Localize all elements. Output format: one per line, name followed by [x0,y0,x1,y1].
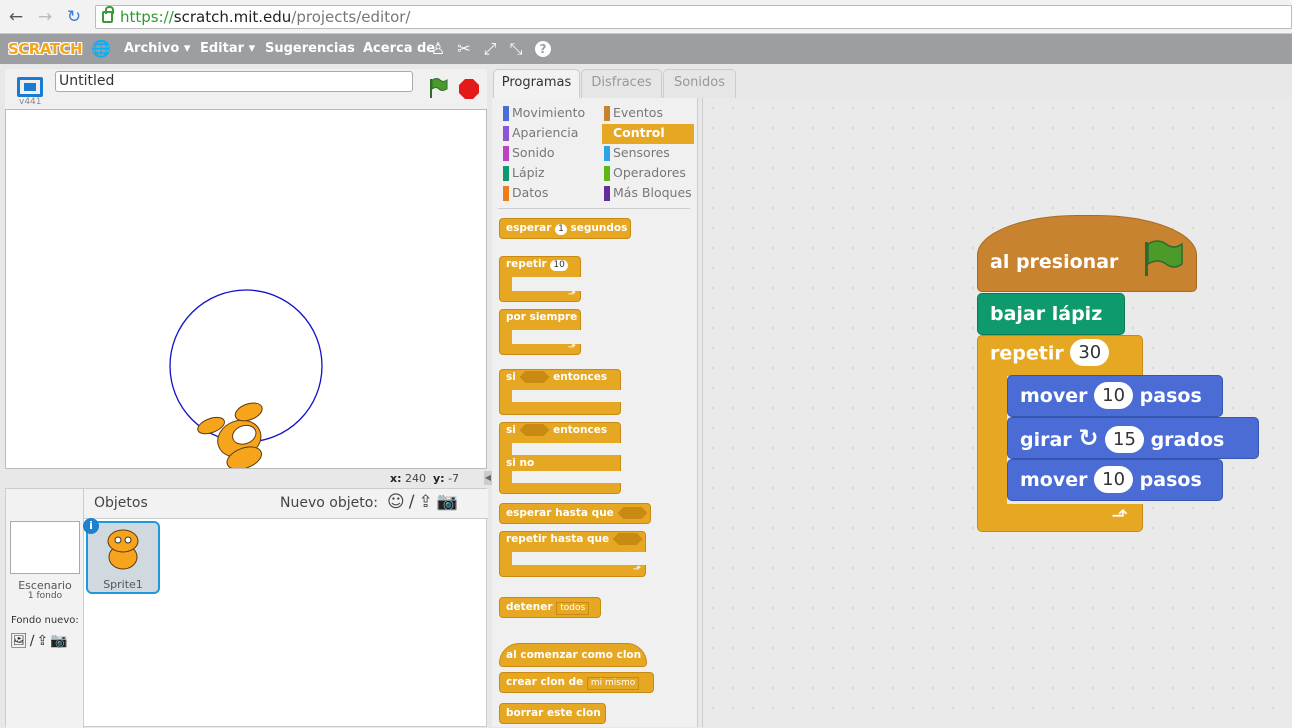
scripts-area[interactable]: al presionar bajar lápiz repetir 30 ⬏ mo… [702,98,1292,727]
repeat-count-input[interactable]: 30 [1070,339,1110,366]
mouse-coordinates: x: 240 y: -7 [390,472,460,485]
block-wait-until[interactable]: esperar hasta que [499,503,651,524]
grow-icon[interactable]: ⤢ [480,39,500,59]
category-sensores[interactable]: Sensores [602,144,694,164]
loop-arrow-icon: ⬏ [1111,503,1128,527]
category-movimiento[interactable]: Movimiento [501,104,593,124]
block-turn-degrees[interactable]: girar ↻ 15 grados [1007,417,1259,459]
shrink-icon[interactable]: ⤡ [506,39,526,59]
address-bar[interactable]: https://scratch.mit.edu/projects/editor/ [95,5,1292,29]
globe-icon[interactable]: 🌐 [91,39,111,58]
camera-sprite-icon[interactable]: 📷 [437,492,462,512]
browser-toolbar: ← → ↻ https://scratch.mit.edu/projects/e… [0,0,1292,34]
help-icon[interactable]: ? [535,41,551,57]
tab-sounds[interactable]: Sonidos [663,69,736,98]
forward-icon[interactable]: → [34,6,56,28]
tab-scripts[interactable]: Programas [493,69,580,99]
collapse-stage-icon[interactable]: ◀ [484,471,492,485]
category-lápiz[interactable]: Lápiz [501,164,593,184]
sprite-library-icon[interactable]: ☺ [387,492,409,512]
block-when-flag-clicked[interactable]: al presionar [977,215,1197,292]
scratch-menubar: SCRATCH 🌐 Archivo ▾ Editar ▾ Sugerencias… [0,34,1292,64]
cat-thumbnail [107,529,139,570]
coord-y: -7 [448,472,460,485]
block-when-clone[interactable]: al comenzar como clon [499,643,647,667]
menu-about[interactable]: Acerca de [363,41,435,56]
tab-costumes[interactable]: Disfraces [581,69,662,98]
block-stop[interactable]: detener todos [499,597,601,618]
version-label: v441 [19,97,42,107]
url-scheme: https:// [120,8,174,26]
turn-right-icon: ↻ [1078,424,1099,452]
move-steps-input[interactable]: 10 [1094,381,1134,409]
sprite-name: Sprite1 [103,578,143,591]
block-palette: Movimiento Eventos Apariencia Control Sonido… [492,98,698,727]
menu-edit[interactable]: Editar ▾ [200,41,255,56]
upload-sprite-icon[interactable]: ⇪ [418,492,436,512]
objects-label: Objetos [94,495,148,511]
block-if-else[interactable]: si entonces si no [499,422,621,494]
block-wait[interactable]: esperar 1 segundos [499,218,631,239]
block-delete-clone[interactable]: borrar este clon [499,703,606,724]
coord-x: 240 [405,472,426,485]
url-host: scratch.mit.edu [173,8,292,26]
back-icon[interactable]: ← [5,6,27,28]
category-eventos[interactable]: Eventos [602,104,694,124]
paint-backdrop-icon[interactable]: ∕ [30,633,37,649]
sprite-pane: Escenario 1 fondo Fondo nuevo: 🖼∕⇪📷 Obje… [5,488,488,728]
menu-tips[interactable]: Sugerencias [265,41,355,56]
green-flag-icon [1145,240,1183,276]
fullscreen-icon[interactable] [17,77,43,97]
backdrop-count: 1 fondo [27,591,63,601]
block-forever[interactable]: por siempre ⬏ [499,309,581,355]
lock-icon [102,6,114,23]
green-flag-icon[interactable] [428,77,448,99]
category-apariencia[interactable]: Apariencia [501,124,593,144]
menu-file[interactable]: Archivo ▾ [124,41,190,56]
reload-icon[interactable]: ↻ [63,6,85,28]
block-create-clone[interactable]: crear clon de mi mismo [499,672,654,693]
stop-icon[interactable] [459,79,479,99]
turn-degrees-input[interactable]: 15 [1105,425,1144,453]
stage-canvas[interactable] [5,109,487,469]
project-title-input[interactable]: Untitled [55,71,413,92]
block-move-steps[interactable]: mover 10 pasos [1007,375,1223,417]
stage-header: v441 Untitled [5,69,487,109]
objects-header: Objetos Nuevo objeto: ☺∕⇪📷 [84,489,488,519]
camera-backdrop-icon[interactable]: 📷 [50,633,69,649]
category-control[interactable]: Control [602,124,694,144]
cat-sprite[interactable] [174,380,294,469]
duplicate-stamp-icon[interactable]: ♙ [428,39,448,58]
cut-scissors-icon[interactable]: ✂ [454,39,474,58]
category-más-bloques[interactable]: Más Bloques [602,184,694,204]
move-steps-input-2[interactable]: 10 [1094,465,1134,493]
block-move-steps-2[interactable]: mover 10 pasos [1007,459,1223,501]
category-sonido[interactable]: Sonido [501,144,593,164]
new-object-label: Nuevo objeto: [280,495,378,511]
category-datos[interactable]: Datos [501,184,593,204]
block-repeat-until[interactable]: repetir hasta que ⬏ [499,531,646,577]
url-path: /projects/editor/ [291,8,411,26]
upload-backdrop-icon[interactable]: ⇪ [37,633,51,649]
block-if-then[interactable]: si entonces [499,369,621,415]
stage-thumbnail[interactable] [10,521,80,574]
stage-column: Escenario 1 fondo Fondo nuevo: 🖼∕⇪📷 [6,489,84,728]
paint-sprite-icon[interactable]: ∕ [409,492,419,512]
sprite-thumbnail[interactable]: Sprite1 [86,521,160,594]
scratch-logo[interactable]: SCRATCH [8,40,83,58]
info-icon[interactable]: i [83,518,99,534]
block-repeat[interactable]: repetir 10 ⬏ [499,256,581,302]
category-operadores[interactable]: Operadores [602,164,694,184]
block-pen-down[interactable]: bajar lápiz [977,293,1125,335]
new-backdrop-label: Fondo nuevo: [11,615,79,626]
backdrop-library-icon[interactable]: 🖼 [10,633,30,649]
